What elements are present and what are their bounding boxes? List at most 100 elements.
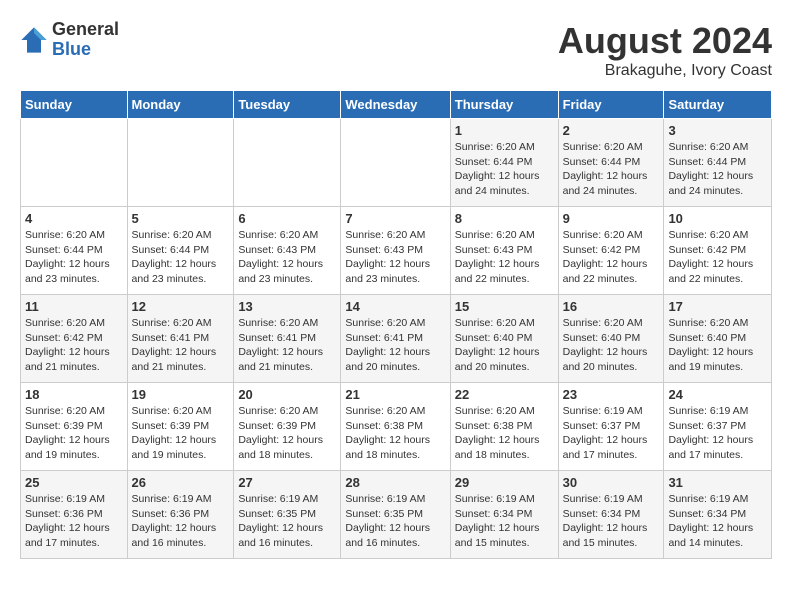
day-number: 18	[25, 387, 123, 402]
day-info: Sunrise: 6:20 AM Sunset: 6:44 PM Dayligh…	[563, 140, 660, 199]
calendar-cell-w4-d7: 24Sunrise: 6:19 AM Sunset: 6:37 PM Dayli…	[664, 383, 772, 471]
calendar-week-1: 1Sunrise: 6:20 AM Sunset: 6:44 PM Daylig…	[21, 119, 772, 207]
calendar-cell-w2-d5: 8Sunrise: 6:20 AM Sunset: 6:43 PM Daylig…	[450, 207, 558, 295]
day-number: 6	[238, 211, 336, 226]
day-info: Sunrise: 6:20 AM Sunset: 6:43 PM Dayligh…	[238, 228, 336, 287]
calendar-cell-w1-d5: 1Sunrise: 6:20 AM Sunset: 6:44 PM Daylig…	[450, 119, 558, 207]
location-title: Brakaguhe, Ivory Coast	[558, 62, 772, 80]
header-saturday: Saturday	[664, 91, 772, 119]
calendar-cell-w4-d3: 20Sunrise: 6:20 AM Sunset: 6:39 PM Dayli…	[234, 383, 341, 471]
day-number: 27	[238, 475, 336, 490]
calendar-cell-w1-d4	[341, 119, 450, 207]
day-info: Sunrise: 6:20 AM Sunset: 6:40 PM Dayligh…	[563, 316, 660, 375]
day-info: Sunrise: 6:20 AM Sunset: 6:39 PM Dayligh…	[25, 404, 123, 463]
day-number: 25	[25, 475, 123, 490]
day-number: 10	[668, 211, 767, 226]
day-info: Sunrise: 6:20 AM Sunset: 6:41 PM Dayligh…	[345, 316, 445, 375]
month-title: August 2024	[558, 20, 772, 62]
calendar-cell-w5-d7: 31 Sunrise: 6:19 AM Sunset: 6:34 PM Dayli…	[664, 471, 772, 559]
day-info: Sunrise: 6:20 AM Sunset: 6:38 PM Dayligh…	[455, 404, 554, 463]
calendar-cell-w5-d6: 30Sunrise: 6:19 AM Sunset: 6:34 PM Dayli…	[558, 471, 664, 559]
day-number: 28	[345, 475, 445, 490]
day-info: Sunrise: 6:20 AM Sunset: 6:39 PM Dayligh…	[238, 404, 336, 463]
day-info: Sunrise: 6:19 AM Sunset: 6:36 PM Dayligh…	[132, 492, 230, 551]
calendar-cell-w2-d1: 4 Sunrise: 6:20 AM Sunset: 6:44 PM Daylig…	[21, 207, 128, 295]
day-info: Sunrise: 6:20 AM Sunset: 6:38 PM Dayligh…	[345, 404, 445, 463]
calendar-week-2: 4 Sunrise: 6:20 AM Sunset: 6:44 PM Daylig…	[21, 207, 772, 295]
day-info: Sunrise: 6:19 AM Sunset: 6:36 PM Dayligh…	[25, 492, 123, 551]
day-info: Sunrise: 6:20 AM Sunset: 6:43 PM Dayligh…	[345, 228, 445, 287]
day-info: Sunrise: 6:20 AM Sunset: 6:42 PM Dayligh…	[25, 316, 123, 375]
page-header: General Blue August 2024 Brakaguhe, Ivor…	[20, 20, 772, 80]
calendar-cell-w3-d1: 11Sunrise: 6:20 AM Sunset: 6:42 PM Dayli…	[21, 295, 128, 383]
day-number: 12	[132, 299, 230, 314]
day-number: 26	[132, 475, 230, 490]
day-number: 4	[25, 211, 123, 226]
day-number: 13	[238, 299, 336, 314]
logo-text: General Blue	[52, 20, 119, 60]
day-info: Sunrise: 6:20 AM Sunset: 6:44 PM Dayligh…	[668, 140, 767, 199]
day-info: Sunrise: 6:20 AM Sunset: 6:42 PM Dayligh…	[563, 228, 660, 287]
calendar-cell-w4-d2: 19Sunrise: 6:20 AM Sunset: 6:39 PM Dayli…	[127, 383, 234, 471]
calendar-cell-w5-d5: 29 Sunrise: 6:19 AM Sunset: 6:34 PM Dayli…	[450, 471, 558, 559]
logo-general-text: General	[52, 20, 119, 40]
calendar-cell-w4-d4: 21 Sunrise: 6:20 AM Sunset: 6:38 PM Dayli…	[341, 383, 450, 471]
day-info: Sunrise: 6:19 AM Sunset: 6:35 PM Dayligh…	[345, 492, 445, 551]
day-info: Sunrise: 6:20 AM Sunset: 6:41 PM Dayligh…	[132, 316, 230, 375]
calendar-cell-w5-d1: 25 Sunrise: 6:19 AM Sunset: 6:36 PM Dayli…	[21, 471, 128, 559]
calendar-cell-w2-d4: 7 Sunrise: 6:20 AM Sunset: 6:43 PM Daylig…	[341, 207, 450, 295]
calendar-cell-w3-d7: 17 Sunrise: 6:20 AM Sunset: 6:40 PM Dayli…	[664, 295, 772, 383]
day-number: 22	[455, 387, 554, 402]
day-number: 29	[455, 475, 554, 490]
calendar-cell-w2-d2: 5Sunrise: 6:20 AM Sunset: 6:44 PM Daylig…	[127, 207, 234, 295]
calendar-cell-w5-d3: 27 Sunrise: 6:19 AM Sunset: 6:35 PM Dayli…	[234, 471, 341, 559]
day-info: Sunrise: 6:19 AM Sunset: 6:37 PM Dayligh…	[563, 404, 660, 463]
day-info: Sunrise: 6:19 AM Sunset: 6:35 PM Dayligh…	[238, 492, 336, 551]
header-wednesday: Wednesday	[341, 91, 450, 119]
calendar-cell-w3-d6: 16 Sunrise: 6:20 AM Sunset: 6:40 PM Dayli…	[558, 295, 664, 383]
logo-blue-text: Blue	[52, 40, 119, 60]
day-number: 16	[563, 299, 660, 314]
calendar-cell-w1-d1	[21, 119, 128, 207]
calendar-cell-w5-d2: 26 Sunrise: 6:19 AM Sunset: 6:36 PM Dayli…	[127, 471, 234, 559]
calendar-week-3: 11Sunrise: 6:20 AM Sunset: 6:42 PM Dayli…	[21, 295, 772, 383]
day-info: Sunrise: 6:20 AM Sunset: 6:42 PM Dayligh…	[668, 228, 767, 287]
calendar-cell-w3-d4: 14Sunrise: 6:20 AM Sunset: 6:41 PM Dayli…	[341, 295, 450, 383]
day-info: Sunrise: 6:20 AM Sunset: 6:44 PM Dayligh…	[455, 140, 554, 199]
calendar-cell-w4-d6: 23 Sunrise: 6:19 AM Sunset: 6:37 PM Dayli…	[558, 383, 664, 471]
day-number: 30	[563, 475, 660, 490]
calendar-cell-w2-d7: 10 Sunrise: 6:20 AM Sunset: 6:42 PM Dayli…	[664, 207, 772, 295]
calendar-table: Sunday Monday Tuesday Wednesday Thursday…	[20, 90, 772, 559]
logo: General Blue	[20, 20, 119, 60]
header-friday: Friday	[558, 91, 664, 119]
day-number: 8	[455, 211, 554, 226]
calendar-week-5: 25 Sunrise: 6:19 AM Sunset: 6:36 PM Dayli…	[21, 471, 772, 559]
day-number: 9	[563, 211, 660, 226]
day-number: 2	[563, 123, 660, 138]
day-number: 7	[345, 211, 445, 226]
day-number: 15	[455, 299, 554, 314]
calendar-cell-w5-d4: 28 Sunrise: 6:19 AM Sunset: 6:35 PM Dayli…	[341, 471, 450, 559]
day-number: 23	[563, 387, 660, 402]
calendar-cell-w1-d6: 2 Sunrise: 6:20 AM Sunset: 6:44 PM Daylig…	[558, 119, 664, 207]
title-block: August 2024 Brakaguhe, Ivory Coast	[558, 20, 772, 80]
day-info: Sunrise: 6:19 AM Sunset: 6:34 PM Dayligh…	[455, 492, 554, 551]
day-number: 31	[668, 475, 767, 490]
day-info: Sunrise: 6:20 AM Sunset: 6:44 PM Dayligh…	[25, 228, 123, 287]
day-number: 21	[345, 387, 445, 402]
day-number: 19	[132, 387, 230, 402]
calendar-cell-w1-d2	[127, 119, 234, 207]
header-monday: Monday	[127, 91, 234, 119]
day-number: 17	[668, 299, 767, 314]
calendar-cell-w3-d3: 13 Sunrise: 6:20 AM Sunset: 6:41 PM Dayli…	[234, 295, 341, 383]
weekday-header-row: Sunday Monday Tuesday Wednesday Thursday…	[21, 91, 772, 119]
calendar-cell-w4-d5: 22 Sunrise: 6:20 AM Sunset: 6:38 PM Dayli…	[450, 383, 558, 471]
header-tuesday: Tuesday	[234, 91, 341, 119]
calendar-cell-w1-d7: 3Sunrise: 6:20 AM Sunset: 6:44 PM Daylig…	[664, 119, 772, 207]
calendar-cell-w2-d3: 6 Sunrise: 6:20 AM Sunset: 6:43 PM Daylig…	[234, 207, 341, 295]
day-info: Sunrise: 6:19 AM Sunset: 6:34 PM Dayligh…	[668, 492, 767, 551]
calendar-cell-w4-d1: 18 Sunrise: 6:20 AM Sunset: 6:39 PM Dayli…	[21, 383, 128, 471]
day-info: Sunrise: 6:20 AM Sunset: 6:40 PM Dayligh…	[455, 316, 554, 375]
day-info: Sunrise: 6:20 AM Sunset: 6:41 PM Dayligh…	[238, 316, 336, 375]
day-info: Sunrise: 6:20 AM Sunset: 6:40 PM Dayligh…	[668, 316, 767, 375]
